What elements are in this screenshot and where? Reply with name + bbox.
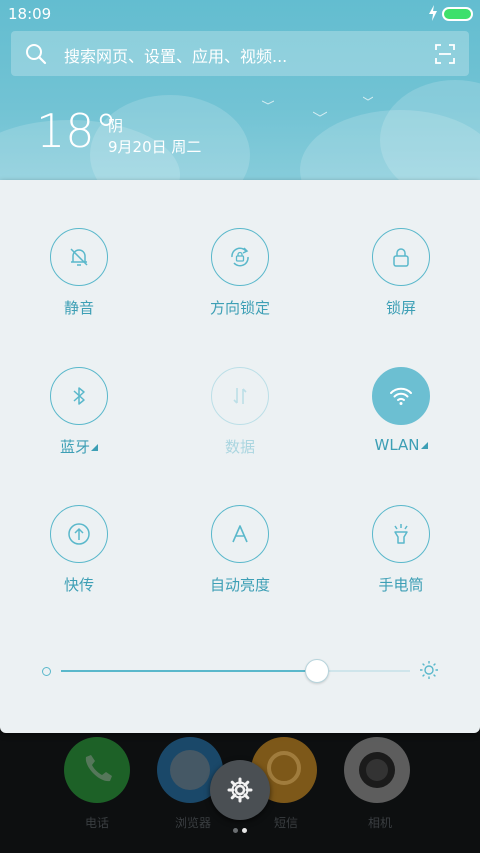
wifi-icon [390, 387, 412, 405]
tile-label: 蓝牙 [19, 436, 139, 457]
bird-icon [363, 96, 373, 101]
tile-label: WLAN [341, 436, 461, 454]
battery-icon [442, 7, 473, 21]
tile-label: 自动亮度 [209, 576, 270, 594]
brightness-high-icon [420, 661, 438, 679]
rotation-lock-toggle[interactable] [211, 228, 269, 286]
brightness-track[interactable] [61, 659, 410, 683]
scan-icon[interactable] [434, 43, 456, 65]
page-indicator [233, 828, 238, 833]
brightness-thumb[interactable] [305, 659, 329, 683]
flashlight-toggle[interactable] [372, 505, 430, 563]
bluetooth-toggle[interactable] [50, 367, 108, 425]
auto-brightness-toggle[interactable] [211, 505, 269, 563]
notification-header: 18:09 搜索网页、设置、应用、视频... 18° 阴 9月20日 周二 [0, 0, 480, 180]
mobile-data-toggle[interactable] [211, 367, 269, 425]
settings-button[interactable] [210, 760, 270, 820]
rotation-lock-icon [231, 247, 249, 267]
tile-mobile-data[interactable]: 数据 [180, 367, 300, 477]
quick-share-toggle[interactable] [50, 505, 108, 563]
lock-icon [393, 248, 409, 267]
dock-label: 浏览器 [174, 816, 211, 830]
status-time: 18:09 [8, 5, 52, 23]
gear-icon [227, 777, 253, 803]
tile-rotation-lock[interactable]: 方向锁定 [180, 228, 300, 338]
date: 9月20日 周二 [108, 138, 202, 156]
tile-bluetooth[interactable]: 蓝牙 [19, 367, 139, 477]
tile-lock-screen[interactable]: 锁屏 [341, 228, 461, 338]
dock-app-phone[interactable] [64, 737, 130, 803]
share-upload-icon [68, 523, 90, 545]
dock-label: 电话 [84, 816, 109, 830]
tile-label: 快传 [63, 576, 94, 594]
tile-label: 数据 [224, 438, 255, 456]
brightness-slider[interactable] [0, 658, 480, 688]
bird-icon [262, 100, 274, 105]
bluetooth-icon [73, 387, 85, 405]
tile-quick-share[interactable]: 快传 [19, 505, 139, 615]
expand-indicator-icon [420, 442, 428, 449]
mobile-data-icon [233, 388, 247, 404]
wlan-toggle[interactable] [372, 367, 430, 425]
tile-label: 手电筒 [378, 576, 424, 594]
charging-icon [429, 5, 437, 21]
phone-icon [85, 755, 112, 782]
tile-flashlight[interactable]: 手电筒 [341, 505, 461, 615]
camera-icon [359, 752, 395, 788]
bell-off-icon [70, 248, 88, 266]
page-indicator-active [242, 828, 247, 833]
weather-condition: 阴 [108, 117, 124, 135]
flashlight-icon [394, 524, 408, 544]
tile-mute[interactable]: 静音 [19, 228, 139, 338]
tile-auto-brightness[interactable]: 自动亮度 [180, 505, 300, 615]
quick-settings-panel: 静音 方向锁定 锁屏 蓝牙 数据 WLAN 快传 自动亮度 手电筒 [0, 180, 480, 733]
dock-label: 短信 [273, 816, 298, 830]
tile-wlan[interactable]: WLAN [341, 367, 461, 477]
tile-label: 静音 [63, 299, 94, 317]
dock-app-camera[interactable] [344, 737, 410, 803]
mute-toggle[interactable] [50, 228, 108, 286]
expand-indicator-icon [91, 444, 98, 451]
auto-brightness-icon [232, 525, 248, 543]
brightness-fill [61, 670, 317, 672]
brightness-low-icon [42, 667, 51, 676]
search-icon [26, 44, 47, 65]
search-placeholder: 搜索网页、设置、应用、视频... [64, 47, 288, 66]
lock-screen-toggle[interactable] [372, 228, 430, 286]
temperature[interactable]: 18° [36, 108, 118, 154]
search-bar[interactable]: 搜索网页、设置、应用、视频... [11, 31, 469, 76]
status-bar: 18:09 [0, 0, 480, 28]
tile-label: 方向锁定 [209, 299, 270, 317]
dock-label: 相机 [367, 816, 392, 830]
tile-label: 锁屏 [385, 299, 416, 317]
bird-icon [313, 111, 327, 117]
